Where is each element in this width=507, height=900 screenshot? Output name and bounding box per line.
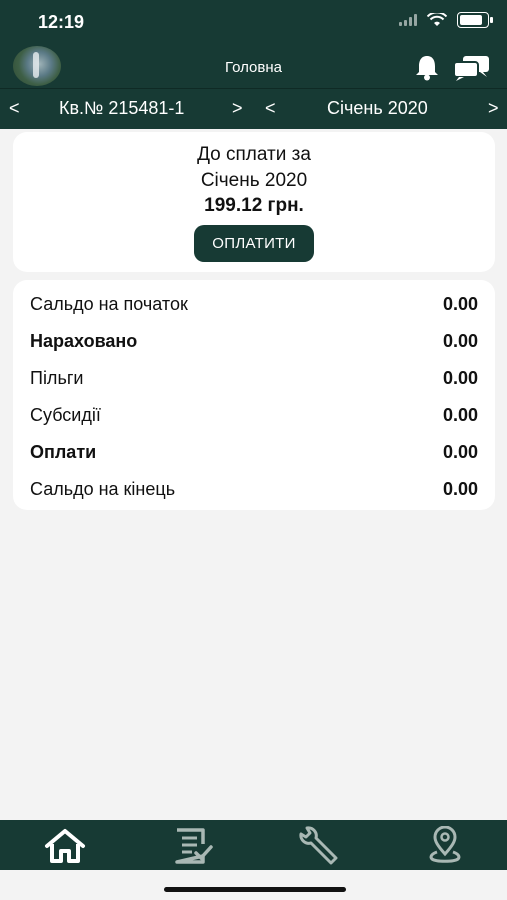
pay-button[interactable]: ОПЛАТИТИ (194, 225, 314, 262)
cellular-signal-icon (399, 14, 417, 26)
payment-card: До сплати за Січень 2020 199.12 грн. ОПЛ… (13, 132, 495, 272)
balance-row-value: 0.00 (442, 368, 478, 388)
wrench-icon[interactable] (295, 826, 339, 866)
balance-row-closing: Сальдо на кінець 0.00 (30, 475, 478, 505)
balance-row-value: 0.00 (442, 405, 478, 425)
wifi-icon (427, 13, 447, 26)
payment-amount: 199.12 грн. (204, 195, 304, 216)
balance-row-charged: Нараховано 0.00 (30, 327, 478, 357)
status-icons (399, 12, 493, 28)
balance-row-value: 0.00 (442, 479, 478, 499)
balance-row-label: Субсидії (30, 405, 101, 425)
prev-period-button[interactable]: < (265, 98, 276, 119)
balance-row-label: Нараховано (30, 331, 138, 351)
balance-row-opening: Сальдо на початок 0.00 (30, 290, 478, 320)
balance-row-label: Пільги (30, 368, 84, 388)
prev-account-button[interactable]: < (9, 98, 20, 119)
top-header: 12:19 Головна (0, 0, 507, 88)
next-account-button[interactable]: > (232, 98, 243, 119)
location-pin-icon[interactable] (423, 826, 467, 866)
payment-period: Січень 2020 (200, 170, 308, 191)
balance-row-value: 0.00 (442, 442, 478, 462)
balance-row-benefits: Пільги 0.00 (30, 364, 478, 394)
balance-row-label: Оплати (30, 442, 97, 462)
battery-icon (457, 12, 493, 28)
home-icon[interactable] (43, 826, 87, 866)
account-number: Кв.№ 215481-1 (59, 98, 185, 118)
status-time: 12:19 (38, 12, 85, 32)
bell-icon[interactable] (412, 53, 442, 81)
balance-row-value: 0.00 (442, 331, 478, 351)
payment-due-label: До сплати за (197, 144, 311, 165)
balance-row-value: 0.00 (442, 294, 478, 314)
balance-row-label: Сальдо на кінець (30, 479, 176, 499)
invoice-icon[interactable] (170, 826, 214, 866)
next-period-button[interactable]: > (488, 98, 499, 119)
period-label: Січень 2020 (327, 98, 428, 118)
account-period-selector: < Кв.№ 215481-1 > < Січень 2020 > (0, 88, 507, 129)
chat-icon[interactable] (453, 55, 491, 81)
balance-row-subsidies: Субсидії 0.00 (30, 401, 478, 431)
bottom-nav (0, 820, 507, 870)
balance-row-label: Сальдо на початок (30, 294, 188, 314)
balance-row-payments: Оплати 0.00 (30, 438, 478, 468)
home-indicator (164, 887, 346, 892)
balance-card: Сальдо на початок 0.00 Нараховано 0.00 П… (13, 280, 495, 510)
